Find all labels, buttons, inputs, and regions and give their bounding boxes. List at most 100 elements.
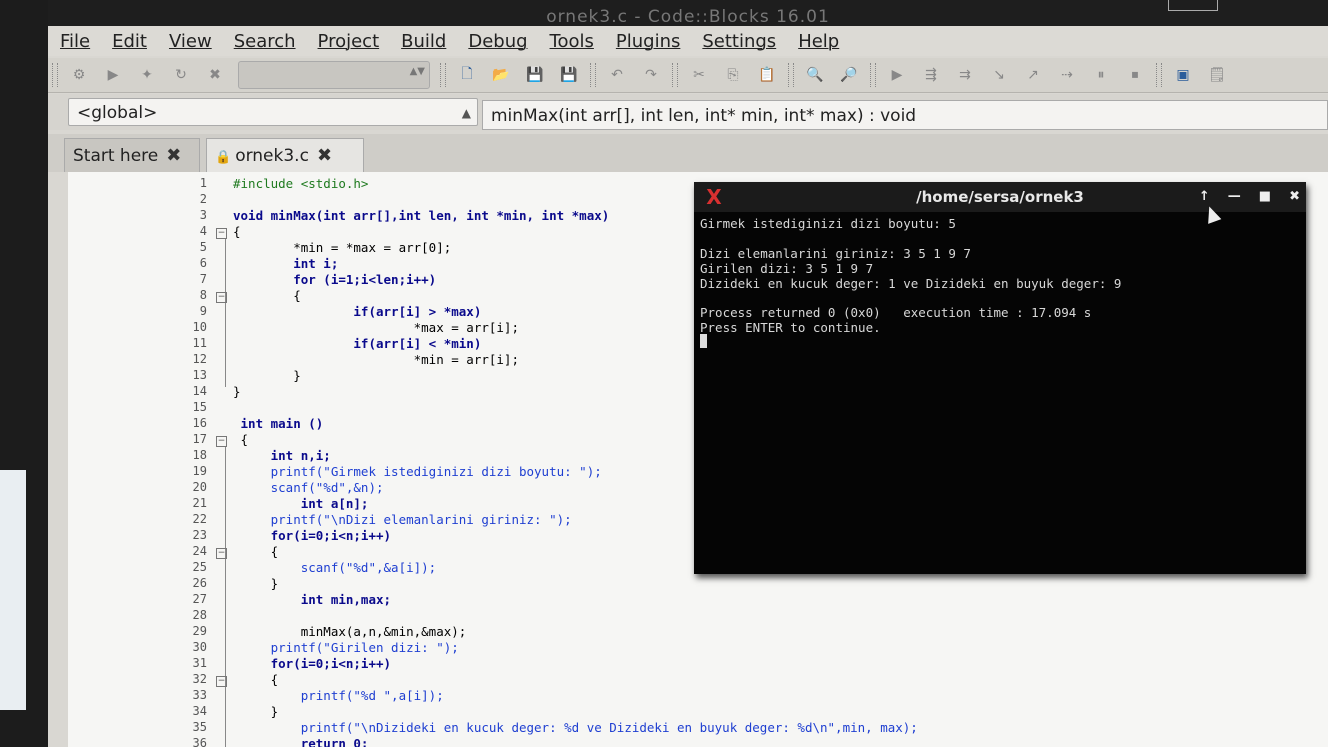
new-file-icon[interactable]: 🗋: [456, 64, 478, 86]
code-line: printf("Girmek istediginizi dizi boyutu:…: [233, 464, 602, 479]
line-number: 1: [199, 176, 207, 190]
debug-windows-icon[interactable]: ▣: [1172, 64, 1194, 86]
debug-step-in-icon[interactable]: ↘: [988, 64, 1010, 86]
line-number: 28: [192, 608, 207, 622]
menu-build[interactable]: Build: [401, 31, 446, 52]
terminal-window[interactable]: X /home/sersa/ornek3 ↑ — ■ ✖ Girmek iste…: [694, 182, 1306, 574]
code-line: int n,i;: [233, 448, 331, 463]
fold-marker[interactable]: −: [216, 292, 227, 303]
info-icon[interactable]: 🗒: [1206, 64, 1228, 86]
code-line: minMax(a,n,&min,&max);: [233, 624, 467, 639]
terminal-output[interactable]: Girmek istediginizi dizi boyutu: 5 Dizi …: [700, 216, 1121, 381]
maximize-icon[interactable]: ■: [1259, 182, 1271, 212]
menu-search[interactable]: Search: [234, 31, 296, 52]
rebuild-icon[interactable]: ↻: [170, 64, 192, 86]
tab-start-here[interactable]: Start here ✖: [64, 138, 200, 172]
fold-marker[interactable]: −: [216, 548, 227, 559]
line-number: 31: [192, 656, 207, 670]
menu-edit[interactable]: Edit: [112, 31, 147, 52]
line-number: 5: [199, 240, 207, 254]
function-select[interactable]: minMax(int arr[], int len, int* min, int…: [482, 100, 1328, 130]
tab-label: ornek3.c: [235, 146, 309, 166]
menu-file[interactable]: File: [60, 31, 90, 52]
fold-line: [225, 447, 226, 747]
code-line: int a[n];: [233, 496, 369, 511]
toolbar-grip[interactable]: [672, 63, 678, 87]
find-icon[interactable]: 🔍: [804, 64, 826, 86]
minimize-icon[interactable]: —: [1228, 182, 1241, 212]
toolbar-grip[interactable]: [1156, 63, 1162, 87]
menu-help[interactable]: Help: [798, 31, 839, 52]
code-line: {: [233, 288, 301, 303]
menu-debug[interactable]: Debug: [468, 31, 527, 52]
line-number: 20: [192, 480, 207, 494]
fold-marker[interactable]: −: [216, 436, 227, 447]
code-line: int min,max;: [233, 592, 392, 607]
run-icon[interactable]: ▶: [102, 64, 124, 86]
line-number: 2: [199, 192, 207, 206]
gear-icon[interactable]: ⚙: [68, 64, 90, 86]
cut-icon[interactable]: ✂: [688, 64, 710, 86]
line-number: 11: [192, 336, 207, 350]
build-target-select[interactable]: ▲▼: [238, 61, 430, 89]
line-number: 7: [199, 272, 207, 286]
line-number: 34: [192, 704, 207, 718]
toolbar-grip[interactable]: [590, 63, 596, 87]
paste-icon[interactable]: 📋: [756, 64, 778, 86]
redo-icon[interactable]: ↷: [640, 64, 662, 86]
window-control-icon[interactable]: [1168, 0, 1218, 11]
code-line: {: [233, 544, 279, 559]
code-line: }: [233, 368, 301, 383]
debug-run-icon[interactable]: ▶: [886, 64, 908, 86]
debug-pause-icon[interactable]: ⏸: [1090, 64, 1112, 86]
open-icon[interactable]: 📂: [490, 64, 512, 86]
line-number: 21: [192, 496, 207, 510]
terminal-line: Press ENTER to continue.: [700, 320, 881, 335]
menu-settings[interactable]: Settings: [702, 31, 776, 52]
debug-step-icon[interactable]: ⇶: [920, 64, 942, 86]
code-line: scanf("%d",&n);: [233, 480, 384, 495]
toolbar-grip[interactable]: [788, 63, 794, 87]
line-number: 27: [192, 592, 207, 606]
line-number: 24: [192, 544, 207, 558]
save-all-icon[interactable]: 💾: [558, 64, 580, 86]
code-line: {: [233, 224, 241, 239]
fold-marker[interactable]: −: [216, 676, 227, 687]
build-icon[interactable]: ✦: [136, 64, 158, 86]
menu-plugins[interactable]: Plugins: [616, 31, 680, 52]
toolbar-grip[interactable]: [870, 63, 876, 87]
tab-ornek3[interactable]: 🔒 ornek3.c ✖: [206, 138, 364, 172]
background-window: [0, 470, 26, 710]
abort-icon[interactable]: ✖: [204, 64, 226, 86]
line-number: 17: [192, 432, 207, 446]
close-icon[interactable]: ✖: [166, 145, 181, 166]
scope-value: <global>: [77, 103, 158, 123]
debug-next-icon[interactable]: ⇉: [954, 64, 976, 86]
close-icon[interactable]: ✖: [317, 145, 332, 166]
line-number: 33: [192, 688, 207, 702]
code-line: printf("\nDizi elemanlarini giriniz: ");: [233, 512, 572, 527]
chevron-down-icon: ▲▼: [409, 66, 425, 77]
toolbar-grip[interactable]: [440, 63, 446, 87]
undo-icon[interactable]: ↶: [606, 64, 628, 86]
toolbar-grip[interactable]: [52, 63, 58, 87]
menu-tools[interactable]: Tools: [550, 31, 594, 52]
debug-step-out-icon[interactable]: ↗: [1022, 64, 1044, 86]
scope-select[interactable]: <global> ▲▼: [68, 98, 478, 148]
code-line: void minMax(int arr[],int len, int *min,…: [233, 208, 610, 223]
line-number: 29: [192, 624, 207, 638]
debug-break-icon[interactable]: ⇢: [1056, 64, 1078, 86]
code-line: *max = arr[i];: [233, 320, 519, 335]
replace-icon[interactable]: 🔎: [838, 64, 860, 86]
line-number: 26: [192, 576, 207, 590]
line-number: 35: [192, 720, 207, 734]
save-icon[interactable]: 💾: [524, 64, 546, 86]
menu-view[interactable]: View: [169, 31, 212, 52]
line-number: 36: [192, 736, 207, 747]
menu-project[interactable]: Project: [318, 31, 380, 52]
fold-marker[interactable]: −: [216, 228, 227, 239]
close-icon[interactable]: ✖: [1289, 182, 1300, 212]
copy-icon[interactable]: ⎘: [722, 64, 744, 86]
debug-stop-icon[interactable]: ⏹: [1124, 64, 1146, 86]
code-line: #include <stdio.h>: [233, 176, 369, 191]
